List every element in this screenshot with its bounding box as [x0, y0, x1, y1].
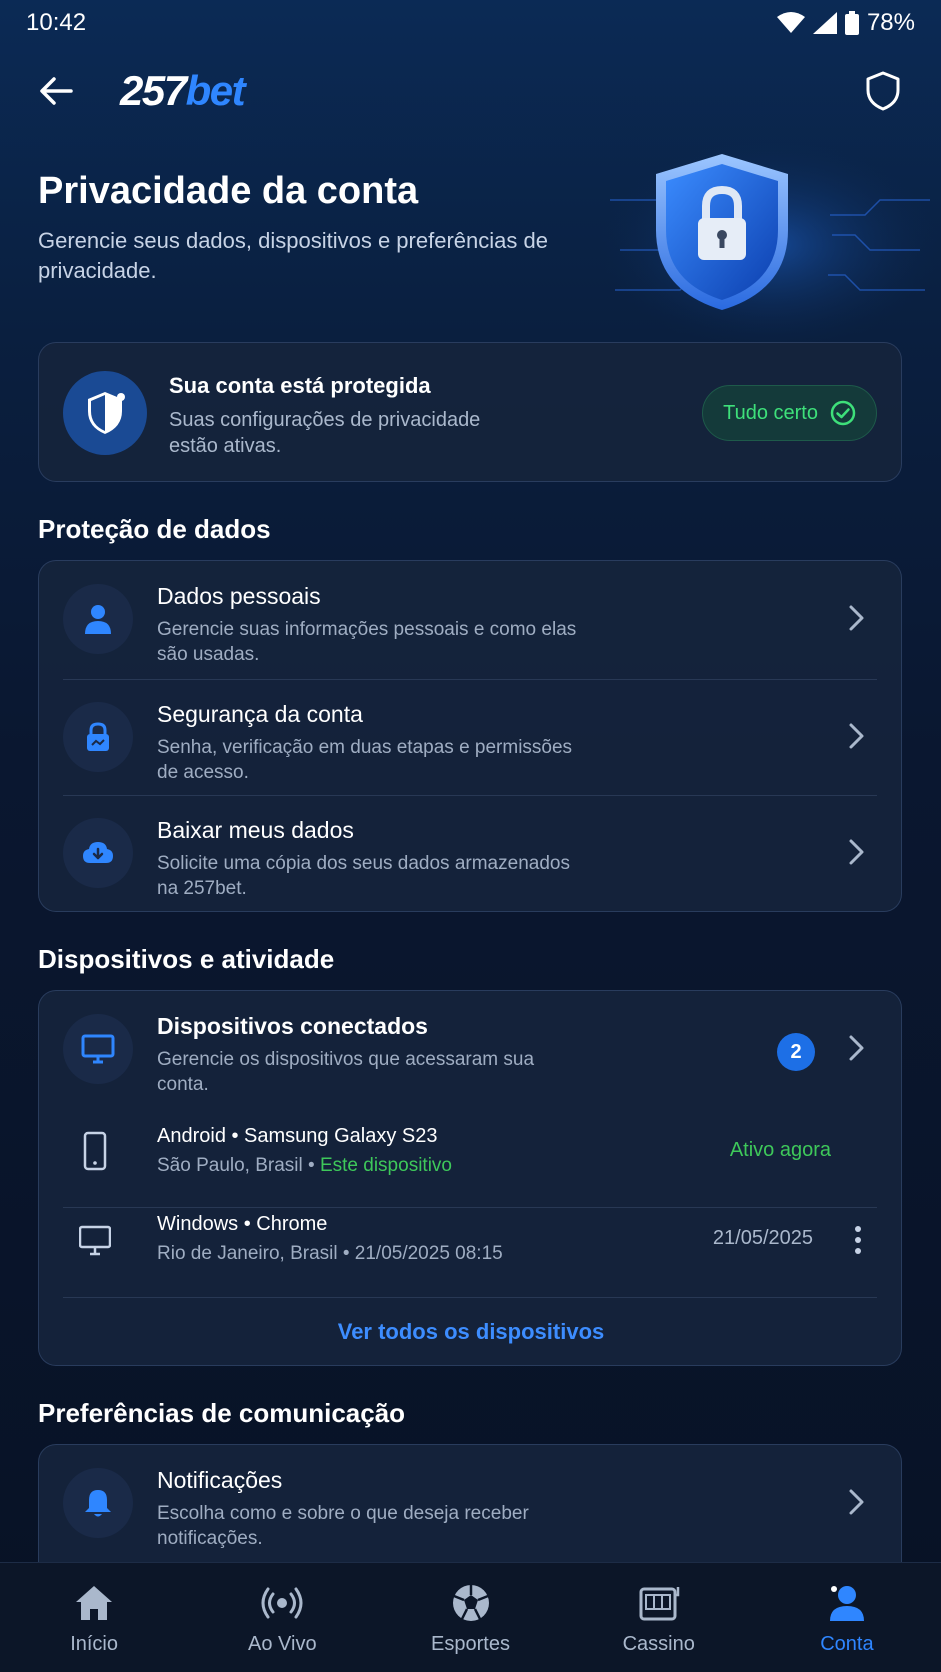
account-protected-card: Sua conta está protegida Suas configuraç… [38, 342, 902, 482]
chevron-right-icon [849, 1035, 864, 1061]
home-icon [76, 1586, 113, 1620]
shield-lock-illustration [600, 140, 940, 350]
connected-devices-title: Dispositivos conectados [157, 1013, 428, 1039]
more-options-icon[interactable] [851, 1223, 865, 1257]
section-title-devices: Dispositivos e atividade [38, 944, 335, 974]
slot-machine-icon [639, 1587, 679, 1621]
devices-icon-wrapper [63, 1014, 133, 1084]
nav-item-home[interactable]: Início [0, 1563, 188, 1672]
data-protection-card: Dados pessoais Gerencie suas informações… [38, 560, 902, 912]
download-icon-wrapper [63, 818, 133, 888]
cloud-download-icon [83, 842, 113, 863]
see-all-devices-link[interactable]: Ver todos os dispositivos [39, 1319, 903, 1345]
protected-title: Sua conta está protegida [169, 373, 431, 398]
device-name: Android • Samsung Galaxy S23 [157, 1125, 438, 1147]
soccer-ball-icon [452, 1585, 489, 1621]
wifi-icon [776, 12, 805, 33]
chevron-right-icon [849, 723, 864, 749]
user-icon [829, 1586, 864, 1621]
nav-item-live[interactable]: Ao Vivo [188, 1563, 376, 1672]
shield-check-icon [88, 392, 125, 434]
security-icon-wrapper [63, 702, 133, 772]
device-row-android[interactable]: Android • Samsung Galaxy S23 São Paulo, … [39, 1107, 903, 1197]
security-shield-button[interactable] [861, 69, 905, 113]
hero-section: Privacidade da conta Gerencie seus dados… [0, 140, 941, 350]
connected-devices-subtitle: Gerencie os dispositivos que acessaram s… [157, 1049, 535, 1095]
list-item-subtitle: Solicite uma cópia dos seus dados armaze… [157, 853, 570, 899]
status-icons: 78% [776, 9, 915, 37]
section-title-data-protection: Proteção de dados [38, 514, 271, 544]
monitor-icon [81, 1034, 115, 1064]
list-item-notifications[interactable]: Notificações Escolha como e sobre o que … [39, 1445, 903, 1559]
device-location: São Paulo, Brasil • Este dispositivo [157, 1155, 452, 1177]
list-item-account-security[interactable]: Segurança da conta Senha, verificação em… [39, 679, 903, 793]
device-location-text: São Paulo, Brasil • [157, 1155, 320, 1176]
device-name: Windows • Chrome [157, 1213, 328, 1235]
protected-subtitle: Suas configurações de privacidade estão … [169, 409, 481, 457]
app-header: 257bet [0, 56, 941, 126]
list-item-subtitle: Senha, verificação em duas etapas e perm… [157, 737, 573, 783]
nav-label: Conta [820, 1633, 874, 1655]
status-badge-label: Tudo certo [723, 401, 818, 424]
desktop-icon [79, 1225, 111, 1256]
back-button[interactable] [36, 71, 76, 111]
device-count-badge: 2 [777, 1033, 815, 1071]
device-last-access-date: 21/05/2025 [712, 1227, 813, 1249]
logo-word: bet [185, 67, 246, 114]
notifications-icon-wrapper [63, 1468, 133, 1538]
list-item-download-data[interactable]: Baixar meus dados Solicite uma cópia dos… [39, 795, 903, 909]
page-title: Privacidade da conta [38, 170, 419, 212]
divider [63, 1297, 877, 1298]
nav-label: Esportes [431, 1633, 510, 1655]
nav-item-sports[interactable]: Esportes [376, 1563, 564, 1672]
shield-icon [866, 71, 900, 111]
device-status: Ativo agora [729, 1139, 831, 1161]
signal-icon [812, 12, 837, 34]
nav-item-account[interactable]: Conta [753, 1563, 941, 1672]
status-time: 10:42 [26, 9, 87, 36]
smartphone-icon [83, 1131, 107, 1171]
live-icon [261, 1587, 303, 1619]
status-badge: Tudo certo [702, 385, 877, 441]
nav-label: Cassino [622, 1633, 695, 1655]
list-item-title: Notificações [157, 1467, 283, 1493]
device-location: Rio de Janeiro, Brasil • 21/05/2025 08:1… [157, 1243, 503, 1264]
current-device-label: Este dispositivo [319, 1155, 452, 1176]
battery-icon [844, 11, 859, 35]
personal-data-icon-wrapper [63, 584, 133, 654]
list-item-personal-data[interactable]: Dados pessoais Gerencie suas informações… [39, 561, 903, 675]
section-title-communication: Preferências de comunicação [38, 1398, 406, 1428]
list-item-connected-devices[interactable]: Dispositivos conectados Gerencie os disp… [39, 991, 903, 1105]
bell-icon [85, 1490, 111, 1517]
brand-logo[interactable]: 257bet [120, 67, 246, 115]
list-item-title: Segurança da conta [157, 701, 363, 727]
check-circle-icon [830, 400, 856, 426]
arrow-left-icon [40, 77, 73, 105]
nav-label: Início [70, 1633, 118, 1655]
chevron-right-icon [849, 839, 864, 865]
bottom-navigation: Início Ao Vivo Esportes Cassino Conta [0, 1562, 941, 1672]
page-subtitle: Gerencie seus dados, dispositivos e pref… [38, 228, 548, 283]
list-item-title: Baixar meus dados [157, 817, 354, 843]
devices-card: Dispositivos conectados Gerencie os disp… [38, 990, 902, 1366]
protected-shield-icon-wrapper [63, 371, 147, 455]
battery-level: 78% [866, 9, 915, 36]
chevron-right-icon [849, 605, 864, 631]
list-item-subtitle: Gerencie suas informações pessoais e com… [157, 619, 577, 665]
status-bar: 10:42 78% [0, 0, 941, 46]
list-item-subtitle: Escolha como e sobre o que deseja recebe… [157, 1503, 529, 1549]
list-item-title: Dados pessoais [157, 583, 321, 609]
nav-label: Ao Vivo [248, 1633, 317, 1655]
device-row-windows[interactable]: Windows • Chrome Rio de Janeiro, Brasil … [39, 1195, 903, 1285]
person-icon [85, 605, 111, 634]
logo-number: 257 [120, 67, 187, 114]
lock-icon [87, 722, 109, 751]
chevron-right-icon [849, 1489, 864, 1515]
nav-item-casino[interactable]: Cassino [565, 1563, 753, 1672]
